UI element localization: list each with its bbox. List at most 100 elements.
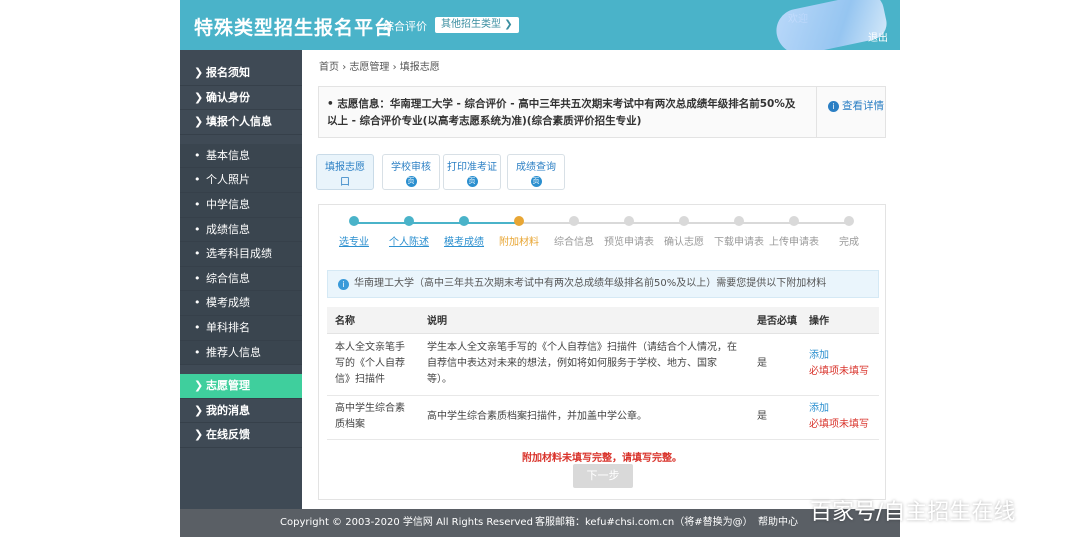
tab-fill-application[interactable]: 填报志愿 口 xyxy=(316,154,374,190)
sidebar: ❯ 报名须知 ❯ 确认身份 ❯ 填报个人信息 • 基本信息 • 个人照片 • 中学信息 • 成… xyxy=(180,50,302,509)
step-circle-icon xyxy=(459,216,469,226)
add-material-link[interactable]: 添加 xyxy=(809,348,871,364)
tab-label: 成绩查询 xyxy=(516,162,556,173)
sidebar-item-elective-scores[interactable]: • 选考科目成绩 xyxy=(180,242,302,267)
info-icon: i xyxy=(338,279,349,290)
next-step-button[interactable]: 下一步 xyxy=(573,464,633,488)
sidebar-item-label: 模考成绩 xyxy=(206,296,250,310)
application-info-label: 志愿信息：华南理工大学 - 综合评价 - 高中三年共五次期末考试中有两次总成绩年… xyxy=(327,98,796,127)
bullet-icon: • xyxy=(194,148,201,162)
chevron-right-icon: ❯ xyxy=(194,115,204,129)
tab-icon: 口 xyxy=(340,177,350,188)
tab-school-review[interactable]: 学校审核 页 xyxy=(382,154,440,190)
sidebar-item-messages[interactable]: ❯ 我的消息 xyxy=(180,399,302,424)
sidebar-item-notice[interactable]: ❯ 报名须知 xyxy=(180,61,302,86)
tab-print-admission-ticket[interactable]: 打印准考证 页 xyxy=(443,154,501,190)
footer: Copyright © 2003-2020 学信网 All Rights Res… xyxy=(180,509,900,537)
bullet-icon: • xyxy=(194,345,201,359)
material-action-cell: 添加 必填项未填写 xyxy=(801,333,879,396)
sidebar-item-confirm-identity[interactable]: ❯ 确认身份 xyxy=(180,86,302,111)
tab-label: 打印准考证 xyxy=(447,162,497,173)
required-status: 必填项未填写 xyxy=(809,419,869,430)
material-action-cell: 添加 必填项未填写 xyxy=(801,395,879,440)
main-content: 首页 › 志愿管理 › 填报志愿 • 志愿信息：华南理工大学 - 综合评价 - … xyxy=(302,50,900,509)
logout-link[interactable]: 退出 xyxy=(868,29,888,44)
table-header-row: 名称 说明 是否必填 操作 xyxy=(327,307,879,334)
sidebar-item-label: 中学信息 xyxy=(206,197,250,211)
chevron-right-icon: ❯ xyxy=(194,428,204,442)
column-header-required: 是否必填 xyxy=(749,307,801,334)
sidebar-item-label: 基本信息 xyxy=(206,148,250,162)
view-details-link[interactable]: i 查看详情 xyxy=(828,98,884,113)
sidebar-item-label: 填报个人信息 xyxy=(206,115,272,129)
step-circle-icon xyxy=(734,216,744,226)
view-details-label: 查看详情 xyxy=(842,100,884,112)
step-circle-icon xyxy=(624,216,634,226)
sidebar-item-label: 在线反馈 xyxy=(206,428,250,442)
sidebar-item-label: 综合信息 xyxy=(206,271,250,285)
chevron-right-icon: ❯ xyxy=(194,90,204,104)
sidebar-item-label: 个人照片 xyxy=(206,173,250,187)
bullet-icon: • xyxy=(194,320,201,334)
sidebar-item-basic-info[interactable]: • 基本信息 xyxy=(180,143,302,169)
sidebar-item-grades[interactable]: • 成绩信息 xyxy=(180,217,302,243)
sidebar-item-school-info[interactable]: • 中学信息 xyxy=(180,192,302,218)
breadcrumb-home[interactable]: 首页 xyxy=(319,62,339,73)
materials-table: 名称 说明 是否必填 操作 本人全文亲笔手写的《个人自荐信》扫描件 学生本人全文… xyxy=(327,307,879,440)
table-row: 高中学生综合素质档案 高中学生综合素质档案扫描件，并加盖中学公章。 是 添加 必… xyxy=(327,395,879,440)
column-header-name: 名称 xyxy=(327,307,419,334)
tab-label: 学校审核 xyxy=(391,162,431,173)
header: 特殊类型招生报名平台 综合评价 其他招生类型 ❯ 欢迎 退出 xyxy=(180,0,900,59)
application-info-box: • 志愿信息：华南理工大学 - 综合评价 - 高中三年共五次期末考试中有两次总成… xyxy=(318,86,886,138)
sidebar-item-subject-rank[interactable]: • 单科排名 xyxy=(180,315,302,341)
sidebar-item-photo[interactable]: • 个人照片 xyxy=(180,168,302,193)
document-icon: 页 xyxy=(530,176,542,187)
sidebar-item-label: 成绩信息 xyxy=(206,222,250,236)
sidebar-item-label: 志愿管理 xyxy=(206,379,250,393)
document-icon: 页 xyxy=(405,176,417,187)
application-panel: 选专业 个人陈述 模考成绩 附加材料 综合信息 预览申请表 确认志愿 下载申请表 上传申请表 完成… xyxy=(318,204,886,500)
bullet-icon: • xyxy=(194,173,201,187)
step-circle-icon xyxy=(844,216,854,226)
other-admission-types-button[interactable]: 其他招生类型 ❯ xyxy=(435,17,519,33)
admission-mode: 综合评价 xyxy=(383,20,427,33)
tab-label: 填报志愿 xyxy=(325,162,365,173)
step-circle-icon xyxy=(514,216,524,226)
material-description: 学生本人全文亲笔手写的《个人自荐信》扫描件（请结合个人情况，在自荐信中表达对未来… xyxy=(419,333,749,396)
breadcrumb-application-manage[interactable]: 志愿管理 xyxy=(349,62,389,73)
sidebar-item-feedback[interactable]: ❯ 在线反馈 xyxy=(180,423,302,448)
sidebar-item-label: 我的消息 xyxy=(206,403,250,417)
chevron-right-icon: ❯ xyxy=(194,403,204,417)
sidebar-item-application-manage[interactable]: ❯ 志愿管理 xyxy=(180,374,302,399)
sidebar-item-label: 报名须知 xyxy=(206,66,250,79)
material-name: 高中学生综合素质档案 xyxy=(327,395,419,440)
application-info-text: • 志愿信息：华南理工大学 - 综合评价 - 高中三年共五次期末考试中有两次总成… xyxy=(327,98,796,127)
bullet-icon: • xyxy=(194,271,201,285)
sidebar-item-mock-scores[interactable]: • 模考成绩 xyxy=(180,291,302,316)
sidebar-item-label: 单科排名 xyxy=(206,320,250,334)
step-circle-icon xyxy=(349,216,359,226)
sidebar-item-label: 选考科目成绩 xyxy=(206,247,272,261)
platform-title: 特殊类型招生报名平台 xyxy=(194,17,395,39)
tab-score-query[interactable]: 成绩查询 页 xyxy=(507,154,565,190)
help-center-link[interactable]: 帮助中心 xyxy=(758,509,798,537)
step-label: 完成 xyxy=(839,237,859,248)
sidebar-item-referee-info[interactable]: • 推荐人信息 xyxy=(180,340,302,366)
table-row: 本人全文亲笔手写的《个人自荐信》扫描件 学生本人全文亲笔手写的《个人自荐信》扫描… xyxy=(327,333,879,396)
document-icon: 页 xyxy=(466,176,478,187)
sidebar-item-label: 确认身份 xyxy=(206,90,250,104)
watermark: 百家号/自主招生在线 xyxy=(810,500,1016,525)
bullet-icon: • xyxy=(194,197,201,211)
material-required: 是 xyxy=(749,333,801,396)
progress-step: 完成 xyxy=(814,216,884,248)
step-circle-icon xyxy=(404,216,414,226)
step-circle-icon xyxy=(569,216,579,226)
chevron-right-icon: ❯ xyxy=(504,19,513,30)
progress-steps: 选专业 个人陈述 模考成绩 附加材料 综合信息 预览申请表 确认志愿 下载申请表 上传申请表 完成 xyxy=(319,205,885,255)
add-material-link[interactable]: 添加 xyxy=(809,401,871,417)
sidebar-item-personal-info[interactable]: ❯ 填报个人信息 xyxy=(180,110,302,135)
required-status: 必填项未填写 xyxy=(809,366,869,377)
sidebar-item-comprehensive-info[interactable]: • 综合信息 xyxy=(180,266,302,292)
